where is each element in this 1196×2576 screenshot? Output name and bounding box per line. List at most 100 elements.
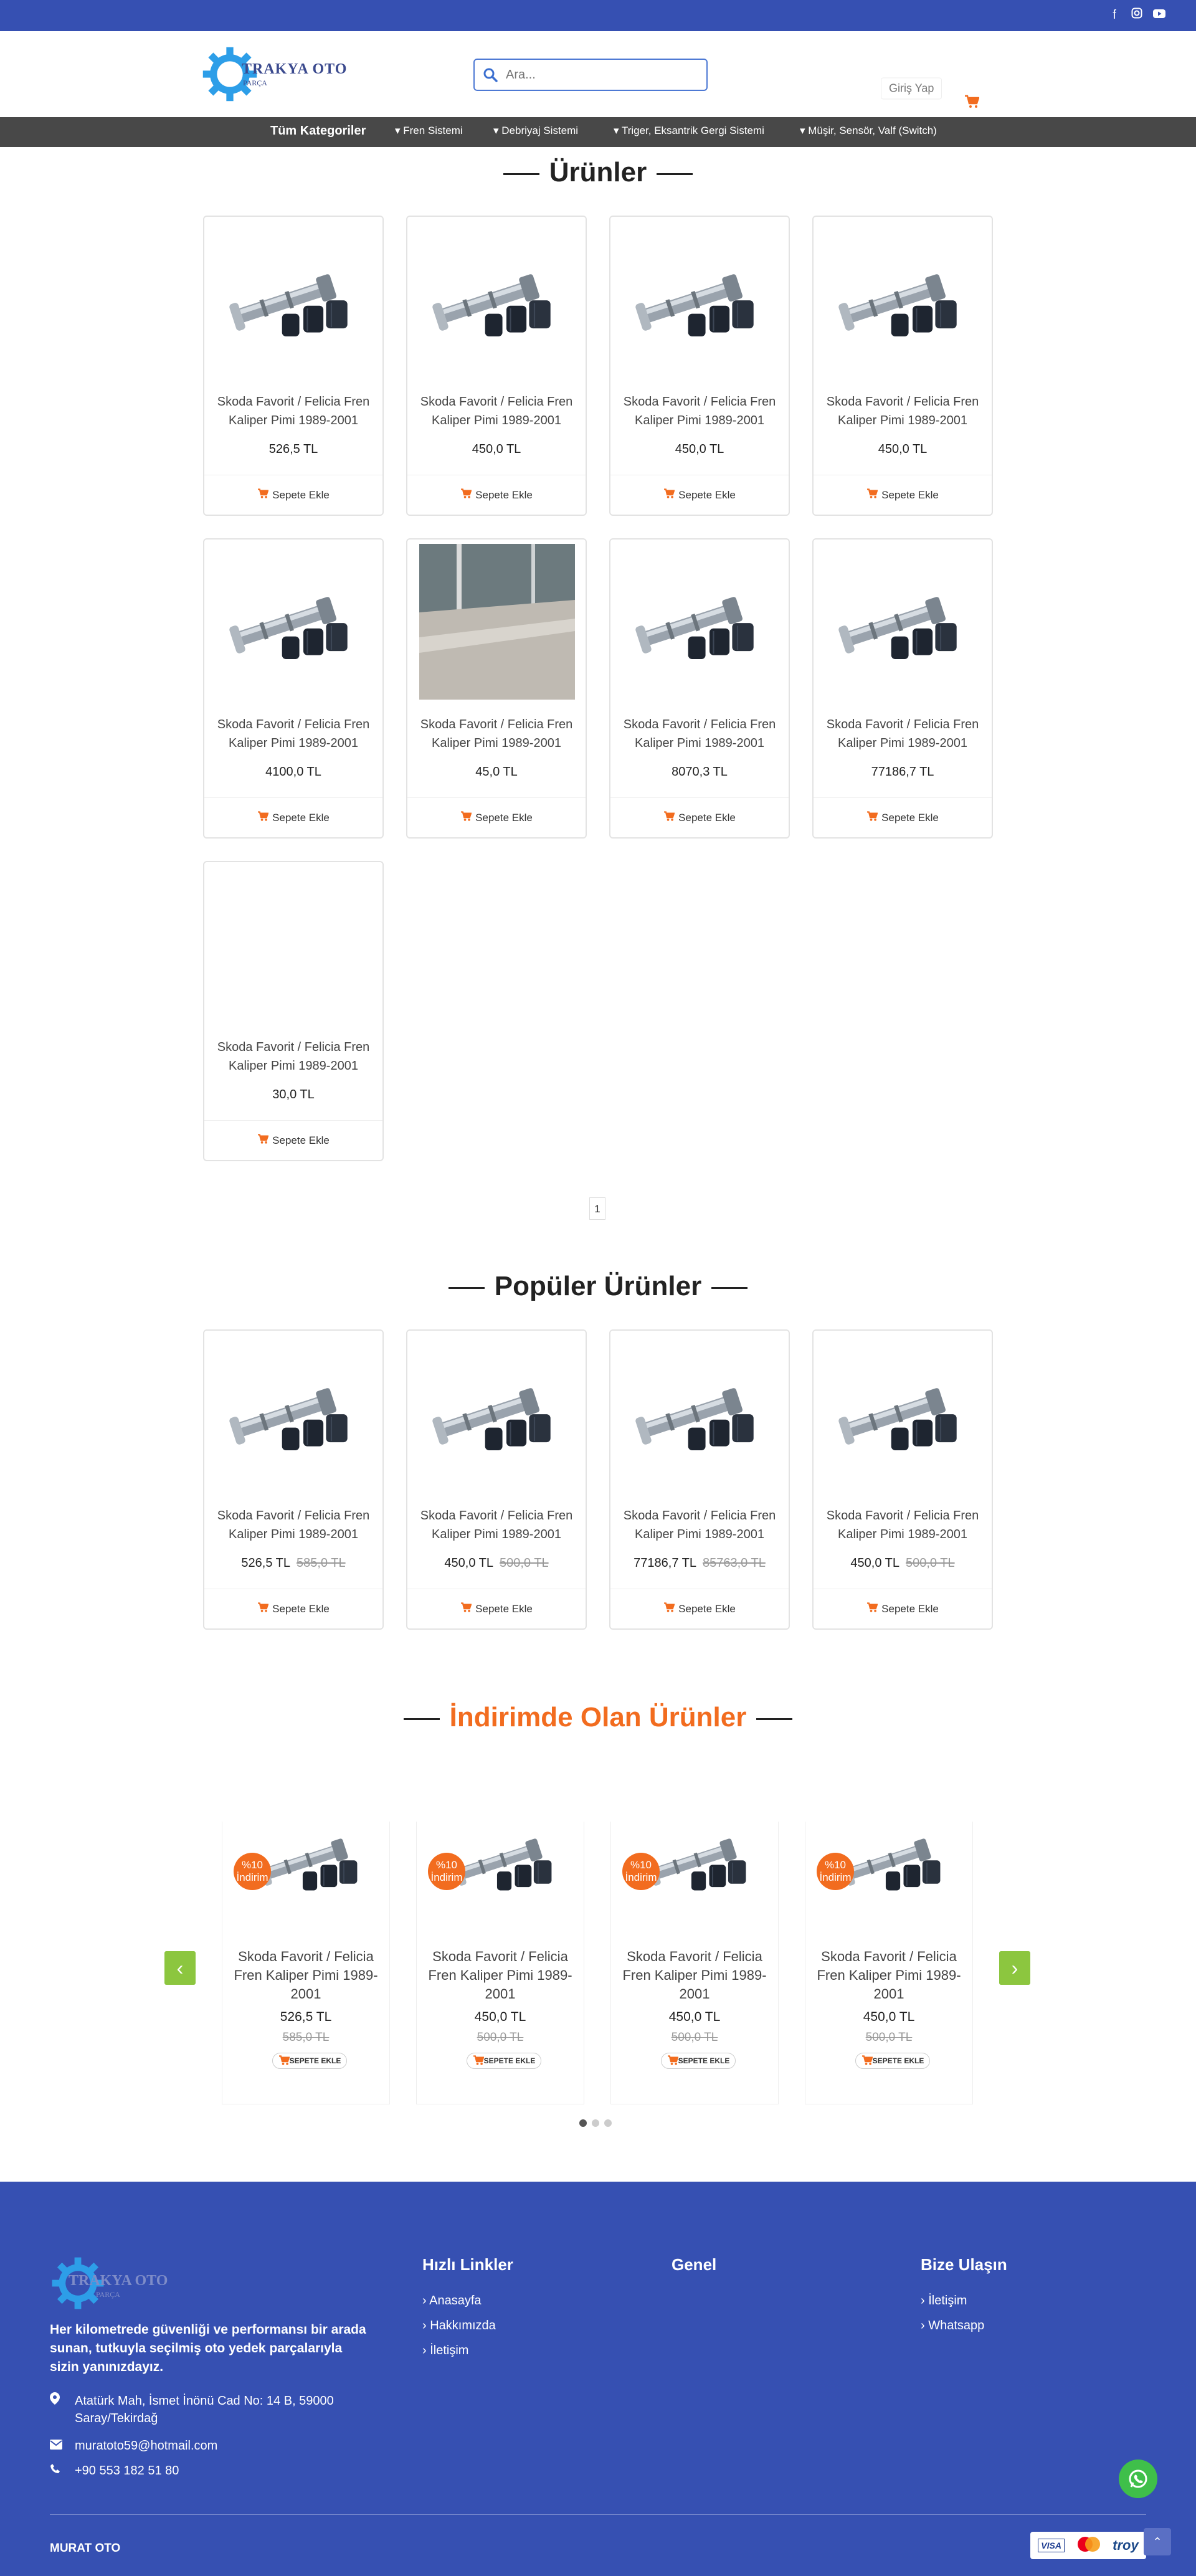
product-name[interactable]: Skoda Favorit / Felicia Fren Kaliper Pim… (819, 715, 987, 753)
product-price: 450,0 TL (474, 2010, 526, 2024)
youtube-icon[interactable] (1152, 7, 1166, 22)
footer-link-home[interactable]: › Anasayfa (422, 2294, 482, 2308)
product-card[interactable]: Skoda Favorit / Felicia Fren Kaliper Pim… (812, 538, 993, 839)
add-to-cart-button[interactable]: Sepete Ekle (814, 475, 992, 515)
discount-product-card[interactable]: %10 İndirim Skoda Favorit / Felicia Fren … (416, 1822, 584, 2104)
add-to-cart-button[interactable]: Sepete Ekle (407, 797, 586, 837)
popular-product-card[interactable]: Skoda Favorit / Felicia Fren Kaliper Pim… (203, 1329, 384, 1630)
product-card[interactable]: Skoda Favorit / Felicia Fren Kaliper Pim… (203, 538, 384, 839)
category-timing[interactable]: ▾ Triger, Eksantrik Gergi Sistemi (614, 125, 764, 137)
product-price: 45,0 TL (475, 765, 518, 779)
product-name[interactable]: Skoda Favorit / Felicia Fren Kaliper Pim… (423, 1947, 577, 2003)
product-name[interactable]: Skoda Favorit / Felicia Fren Kaliper Pim… (412, 392, 581, 430)
discount-product-card[interactable]: %10 İndirim Skoda Favorit / Felicia Fren … (805, 1822, 973, 2104)
product-name[interactable]: Skoda Favorit / Felicia Fren Kaliper Pim… (615, 1506, 784, 1544)
product-image[interactable] (409, 541, 586, 703)
slider-prev-button[interactable]: ‹ (164, 1951, 196, 1985)
product-card[interactable]: Skoda Favorit / Felicia Fren Kaliper Pim… (812, 216, 993, 516)
product-name[interactable]: Skoda Favorit / Felicia Fren Kaliper Pim… (617, 1947, 772, 2003)
add-to-cart-button[interactable]: SEPETE EKLE (855, 2053, 930, 2069)
product-image[interactable] (206, 218, 382, 380)
category-brake[interactable]: ▾ Fren Sistemi (395, 125, 463, 137)
product-image[interactable] (206, 863, 382, 1025)
product-card[interactable]: Skoda Favorit / Felicia Fren Kaliper Pim… (406, 538, 587, 839)
slider-dot[interactable] (579, 2119, 587, 2127)
whatsapp-button[interactable] (1119, 2460, 1157, 2498)
product-name[interactable]: Skoda Favorit / Felicia Fren Kaliper Pim… (615, 392, 784, 430)
add-to-cart-button[interactable]: Sepete Ekle (204, 475, 382, 515)
footer-logo[interactable]: TRAKYA OTO PARÇA (50, 2255, 174, 2317)
cart-icon (663, 488, 675, 501)
slider-dot[interactable] (604, 2119, 612, 2127)
add-to-cart-button[interactable]: Sepete Ekle (610, 797, 789, 837)
all-categories-button[interactable]: Tüm Kategoriler (270, 124, 366, 138)
site-logo[interactable]: TRAKYA OTO PARÇA (201, 42, 346, 105)
add-to-cart-button[interactable]: Sepete Ekle (204, 797, 382, 837)
product-name[interactable]: Skoda Favorit / Felicia Fren Kaliper Pim… (209, 392, 377, 430)
product-name[interactable]: Skoda Favorit / Felicia Fren Kaliper Pim… (412, 715, 581, 753)
footer-link-whatsapp[interactable]: › Whatsapp (921, 2319, 984, 2333)
add-to-cart-button[interactable]: SEPETE EKLE (272, 2053, 347, 2069)
product-image[interactable] (815, 218, 992, 380)
discount-product-card[interactable]: %10 İndirim Skoda Favorit / Felicia Fren … (610, 1822, 779, 2104)
product-name[interactable]: Skoda Favorit / Felicia Fren Kaliper Pim… (209, 1506, 377, 1544)
discount-badge: %10 İndirim (622, 1853, 660, 1890)
pagination-page[interactable]: 1 (589, 1197, 605, 1220)
product-name[interactable]: Skoda Favorit / Felicia Fren Kaliper Pim… (209, 1038, 377, 1075)
footer-phone[interactable]: +90 553 182 51 80 (50, 2462, 374, 2479)
facebook-icon[interactable]: f (1108, 7, 1121, 22)
add-to-cart-button[interactable]: Sepete Ekle (814, 1589, 992, 1628)
product-image[interactable] (815, 1332, 992, 1494)
product-name[interactable]: Skoda Favorit / Felicia Fren Kaliper Pim… (229, 1947, 383, 2003)
add-to-cart-button[interactable]: Sepete Ekle (610, 1589, 789, 1628)
cart-icon (866, 488, 878, 501)
slider-dot[interactable] (592, 2119, 599, 2127)
discount-product-card[interactable]: %10 İndirim Skoda Favorit / Felicia Fren … (222, 1822, 390, 2104)
product-card[interactable]: Skoda Favorit / Felicia Fren Kaliper Pim… (203, 216, 384, 516)
instagram-icon[interactable] (1130, 7, 1144, 22)
cart-icon[interactable] (964, 95, 980, 112)
popular-product-card[interactable]: Skoda Favorit / Felicia Fren Kaliper Pim… (406, 1329, 587, 1630)
footer-email[interactable]: muratoto59@hotmail.com (50, 2437, 374, 2455)
product-image[interactable] (612, 541, 789, 703)
add-to-cart-button[interactable]: Sepete Ekle (814, 797, 992, 837)
add-to-cart-button[interactable]: Sepete Ekle (610, 475, 789, 515)
product-card[interactable]: Skoda Favorit / Felicia Fren Kaliper Pim… (609, 538, 790, 839)
footer-link-contact[interactable]: › İletişim (422, 2344, 468, 2358)
popular-product-card[interactable]: Skoda Favorit / Felicia Fren Kaliper Pim… (812, 1329, 993, 1630)
product-card[interactable]: Skoda Favorit / Felicia Fren Kaliper Pim… (406, 216, 587, 516)
category-clutch[interactable]: ▾ Debriyaj Sistemi (493, 125, 578, 137)
product-name[interactable]: Skoda Favorit / Felicia Fren Kaliper Pim… (819, 1506, 987, 1544)
footer-link-iletisim[interactable]: › İletişim (921, 2294, 967, 2308)
footer-link-about[interactable]: › Hakkımızda (422, 2319, 496, 2333)
add-to-cart-button[interactable]: Sepete Ekle (204, 1120, 382, 1160)
product-image[interactable] (206, 541, 382, 703)
scroll-to-top-button[interactable]: ⌃ (1144, 2528, 1171, 2555)
product-image[interactable] (409, 218, 586, 380)
popular-product-card[interactable]: Skoda Favorit / Felicia Fren Kaliper Pim… (609, 1329, 790, 1630)
product-image[interactable] (409, 1332, 586, 1494)
add-to-cart-button[interactable]: Sepete Ekle (407, 475, 586, 515)
product-image[interactable] (206, 1332, 382, 1494)
slider-next-button[interactable]: › (999, 1951, 1030, 1985)
login-button[interactable]: Giriş Yap (881, 77, 942, 100)
product-image[interactable] (612, 1332, 789, 1494)
product-image[interactable] (815, 541, 992, 703)
product-name[interactable]: Skoda Favorit / Felicia Fren Kaliper Pim… (209, 715, 377, 753)
product-name[interactable]: Skoda Favorit / Felicia Fren Kaliper Pim… (412, 1506, 581, 1544)
search-input[interactable] (506, 67, 693, 82)
add-to-cart-button[interactable]: Sepete Ekle (407, 1589, 586, 1628)
category-sensor[interactable]: ▾ Müşir, Sensör, Valf (Switch) (800, 125, 937, 137)
product-name[interactable]: Skoda Favorit / Felicia Fren Kaliper Pim… (819, 392, 987, 430)
product-image[interactable] (612, 218, 789, 380)
add-to-cart-button[interactable]: SEPETE EKLE (467, 2053, 541, 2069)
search-icon[interactable] (482, 67, 498, 83)
product-card[interactable]: Skoda Favorit / Felicia Fren Kaliper Pim… (203, 861, 384, 1161)
add-to-cart-button[interactable]: Sepete Ekle (204, 1589, 382, 1628)
add-to-cart-button[interactable]: SEPETE EKLE (661, 2053, 736, 2069)
product-card[interactable]: Skoda Favorit / Felicia Fren Kaliper Pim… (609, 216, 790, 516)
whatsapp-icon (1129, 2469, 1147, 2488)
product-name[interactable]: Skoda Favorit / Felicia Fren Kaliper Pim… (615, 715, 784, 753)
caliper-pin-image (229, 274, 348, 336)
product-name[interactable]: Skoda Favorit / Felicia Fren Kaliper Pim… (812, 1947, 966, 2003)
